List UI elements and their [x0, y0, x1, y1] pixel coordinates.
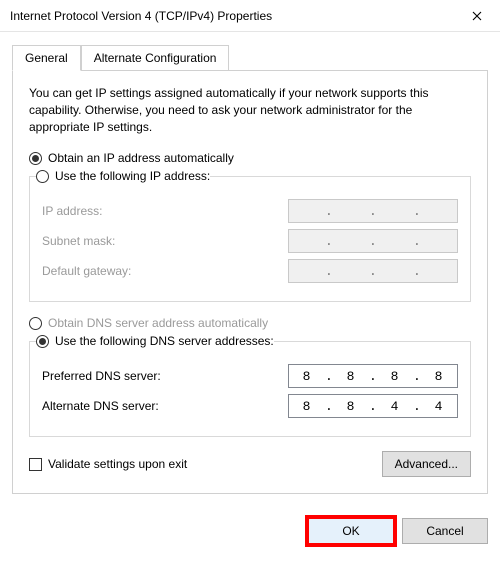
- dialog-content: General Alternate Configuration You can …: [0, 32, 500, 506]
- default-gateway-input: . . .: [288, 259, 458, 283]
- radio-icon: [29, 152, 42, 165]
- default-gateway-label: Default gateway:: [42, 264, 288, 278]
- validate-checkbox[interactable]: Validate settings upon exit: [29, 457, 187, 471]
- alternate-dns-row: Alternate DNS server: 8. 8. 4. 4: [42, 394, 458, 418]
- dialog-buttons: OK Cancel: [0, 506, 500, 560]
- subnet-mask-label: Subnet mask:: [42, 234, 288, 248]
- ip-manual-label: Use the following IP address:: [55, 169, 210, 183]
- ip-address-input: . . .: [288, 199, 458, 223]
- ip-auto-radio[interactable]: Obtain an IP address automatically: [29, 151, 471, 165]
- subnet-mask-input: . . .: [288, 229, 458, 253]
- alternate-dns-input[interactable]: 8. 8. 4. 4: [288, 394, 458, 418]
- cancel-button[interactable]: Cancel: [402, 518, 488, 544]
- validate-label: Validate settings upon exit: [48, 457, 187, 471]
- dns-auto-radio[interactable]: Obtain DNS server address automatically: [29, 316, 471, 330]
- tab-strip: General Alternate Configuration: [12, 44, 488, 70]
- preferred-dns-input[interactable]: 8. 8. 8. 8: [288, 364, 458, 388]
- preferred-dns-row: Preferred DNS server: 8. 8. 8. 8: [42, 364, 458, 388]
- titlebar: Internet Protocol Version 4 (TCP/IPv4) P…: [0, 0, 500, 32]
- description-text: You can get IP settings assigned automat…: [29, 85, 471, 135]
- dns-manual-radio[interactable]: Use the following DNS server addresses:: [36, 334, 274, 348]
- close-button[interactable]: [454, 0, 500, 32]
- dns-manual-group: Use the following DNS server addresses: …: [29, 334, 471, 437]
- ip-address-label: IP address:: [42, 204, 288, 218]
- dns-manual-label: Use the following DNS server addresses:: [55, 334, 274, 348]
- close-icon: [472, 11, 482, 21]
- tab-panel-general: You can get IP settings assigned automat…: [12, 70, 488, 494]
- preferred-dns-label: Preferred DNS server:: [42, 369, 288, 383]
- tab-alternate[interactable]: Alternate Configuration: [81, 45, 230, 71]
- radio-icon: [36, 170, 49, 183]
- dns-auto-label: Obtain DNS server address automatically: [48, 316, 268, 330]
- tab-general[interactable]: General: [12, 45, 81, 71]
- subnet-mask-row: Subnet mask: . . .: [42, 229, 458, 253]
- ip-manual-group: Use the following IP address: IP address…: [29, 169, 471, 302]
- ip-auto-label: Obtain an IP address automatically: [48, 151, 234, 165]
- alternate-dns-label: Alternate DNS server:: [42, 399, 288, 413]
- radio-icon: [29, 317, 42, 330]
- ok-button[interactable]: OK: [308, 518, 394, 544]
- footer-row: Validate settings upon exit Advanced...: [29, 451, 471, 477]
- checkbox-icon: [29, 458, 42, 471]
- window-title: Internet Protocol Version 4 (TCP/IPv4) P…: [10, 9, 454, 23]
- ip-address-row: IP address: . . .: [42, 199, 458, 223]
- default-gateway-row: Default gateway: . . .: [42, 259, 458, 283]
- radio-icon: [36, 335, 49, 348]
- advanced-button[interactable]: Advanced...: [382, 451, 471, 477]
- ip-manual-radio[interactable]: Use the following IP address:: [36, 169, 210, 183]
